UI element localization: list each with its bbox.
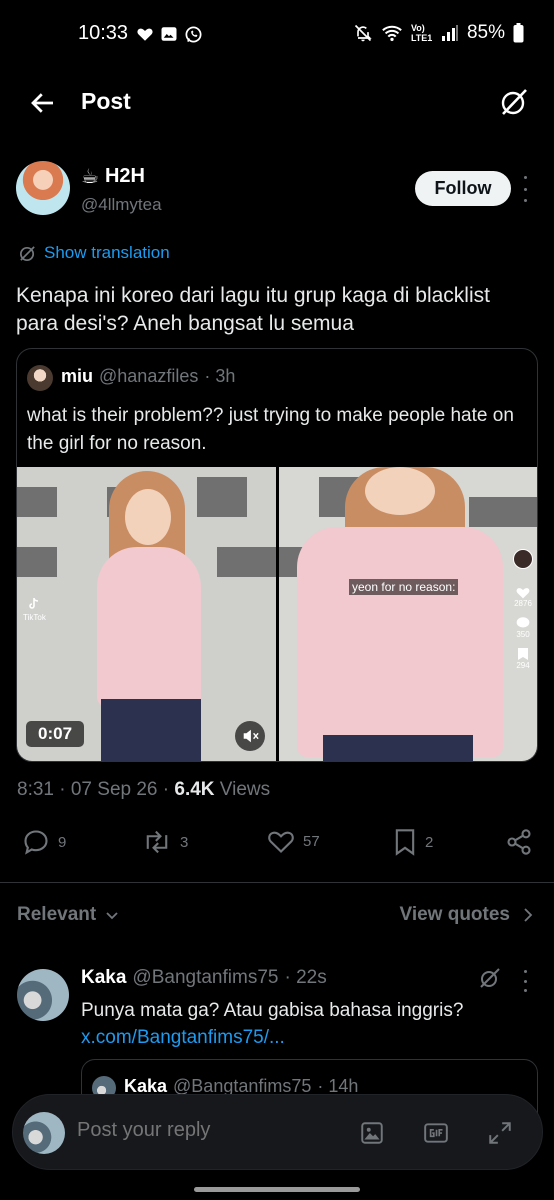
composer-avatar <box>23 1112 65 1154</box>
author-display-name: H2H <box>104 165 145 187</box>
tiktok-sidebar: 2876 350 294 <box>513 549 533 670</box>
view-quotes-label: View quotes <box>399 904 510 925</box>
tiktok-comment-count: 350 <box>516 630 530 639</box>
quote-author-name: miu <box>61 366 94 386</box>
quote-avatar <box>27 365 53 391</box>
chevron-down-icon <box>106 912 118 920</box>
video-thumbnail[interactable]: TikTok 0:07 <box>17 467 276 761</box>
back-arrow-icon[interactable] <box>28 88 58 118</box>
repost-count: 3 <box>180 833 189 851</box>
show-translation-link[interactable]: Show translation <box>18 243 170 263</box>
views-label: Views <box>214 779 271 800</box>
mute-toggle-button[interactable] <box>235 721 265 751</box>
bookmark-count: 2 <box>425 833 434 851</box>
image-button[interactable] <box>358 1119 386 1147</box>
share-icon <box>507 829 531 855</box>
reply-author-avatar[interactable] <box>17 969 69 1021</box>
view-quotes-link[interactable]: View quotes <box>399 904 534 926</box>
reply-sort-dropdown[interactable]: Relevant <box>17 904 120 926</box>
tiktok-like-count: 2876 <box>514 599 532 608</box>
author-name[interactable]: ☕ H2H <box>81 164 145 189</box>
gif-button[interactable] <box>422 1119 450 1147</box>
relevant-label: Relevant <box>17 904 97 925</box>
tiktok-save-count: 294 <box>516 661 530 670</box>
reply-more-options-icon[interactable] <box>521 970 529 992</box>
heart-icon <box>137 28 153 41</box>
reply-author-handle[interactable]: @Bangtanfims75 <box>132 967 278 989</box>
image-icon <box>361 1122 383 1144</box>
divider <box>0 882 554 883</box>
quoted-post[interactable]: miu @hanazfiles · 3h what is their probl… <box>16 348 538 762</box>
whatsapp-icon <box>185 26 202 43</box>
home-indicator[interactable] <box>194 1187 360 1192</box>
show-translation-label: Show translation <box>44 243 170 262</box>
quote-header: miu @hanazfiles · 3h <box>61 366 235 387</box>
reply-button[interactable]: 9 <box>22 828 66 856</box>
gallery-icon <box>161 27 177 41</box>
network-label: Vo) LTE1 <box>410 23 433 43</box>
like-count: 57 <box>303 832 320 850</box>
video-thumbnail-second[interactable]: yeon for no reason: 2876 350 294 <box>279 467 537 761</box>
page-title: Post <box>81 88 131 114</box>
volume-muted-icon <box>243 729 259 743</box>
repost-button[interactable]: 3 <box>142 828 188 856</box>
views-count: 6.4K <box>174 779 215 800</box>
reply-author-name[interactable]: Kaka <box>81 967 126 989</box>
share-button[interactable] <box>505 828 533 856</box>
reply-header: Kaka @Bangtanfims75 · 22s <box>81 967 327 989</box>
expand-icon <box>489 1122 511 1144</box>
status-notification-icons <box>136 25 203 44</box>
tiktok-logo-icon <box>27 597 41 611</box>
signal-icon <box>441 25 458 41</box>
comment-bubble-icon <box>516 617 530 628</box>
like-button[interactable]: 57 <box>267 828 320 854</box>
author-handle[interactable]: @4llmytea <box>81 195 162 215</box>
chevron-right-icon <box>524 908 533 922</box>
reply-link[interactable]: x.com/Bangtanfims75/... <box>81 1024 531 1051</box>
reply-count: 9 <box>58 833 67 851</box>
author-emoji: ☕ <box>81 166 99 188</box>
author-avatar[interactable] <box>16 161 70 215</box>
more-options-icon[interactable] <box>521 176 529 202</box>
reply-text: Punya mata ga? Atau gabisa bahasa inggri… <box>81 997 531 1051</box>
reply-icon <box>24 830 48 855</box>
quote-author-handle: @hanazfiles <box>99 366 199 386</box>
grok-icon[interactable] <box>498 86 530 118</box>
video-caption-overlay: yeon for no reason: <box>349 579 459 595</box>
tiktok-watermark: TikTok <box>23 613 46 622</box>
repost-icon <box>146 830 168 854</box>
grok-translate-icon <box>19 245 35 261</box>
reply-body: Punya mata ga? Atau gabisa bahasa inggri… <box>81 1000 464 1021</box>
video-duration: 0:07 <box>26 721 85 747</box>
save-bookmark-icon <box>518 648 528 660</box>
grok-icon[interactable] <box>478 966 502 990</box>
bookmark-button[interactable]: 2 <box>393 828 433 856</box>
wifi-icon <box>382 25 402 42</box>
status-right: Vo) LTE1 85% <box>353 22 524 44</box>
heart-outline-icon <box>268 831 294 853</box>
bookmark-icon <box>395 829 415 856</box>
like-heart-icon <box>516 588 530 599</box>
mute-icon <box>354 24 372 42</box>
follow-button[interactable]: Follow <box>415 171 511 206</box>
gif-icon <box>424 1123 448 1143</box>
reply-composer[interactable] <box>12 1094 543 1170</box>
profile-avatar-icon <box>513 549 533 569</box>
reply-age: · 22s <box>284 967 327 988</box>
quote-text: what is their problem?? just trying to m… <box>27 405 514 454</box>
expand-button[interactable] <box>486 1119 514 1147</box>
status-time: 10:33 <box>78 22 129 44</box>
reply-input[interactable] <box>77 1119 337 1142</box>
post-timestamp: 8:31 · 07 Sep 26 · <box>17 779 175 800</box>
quote-age: · 3h <box>204 366 236 386</box>
battery-icon <box>513 23 524 43</box>
post-meta: 8:31 · 07 Sep 26 · 6.4K Views <box>17 779 270 801</box>
post-text: Kenapa ini koreo dari lagu itu grup kaga… <box>16 284 490 335</box>
battery-percent: 85% <box>466 22 505 43</box>
